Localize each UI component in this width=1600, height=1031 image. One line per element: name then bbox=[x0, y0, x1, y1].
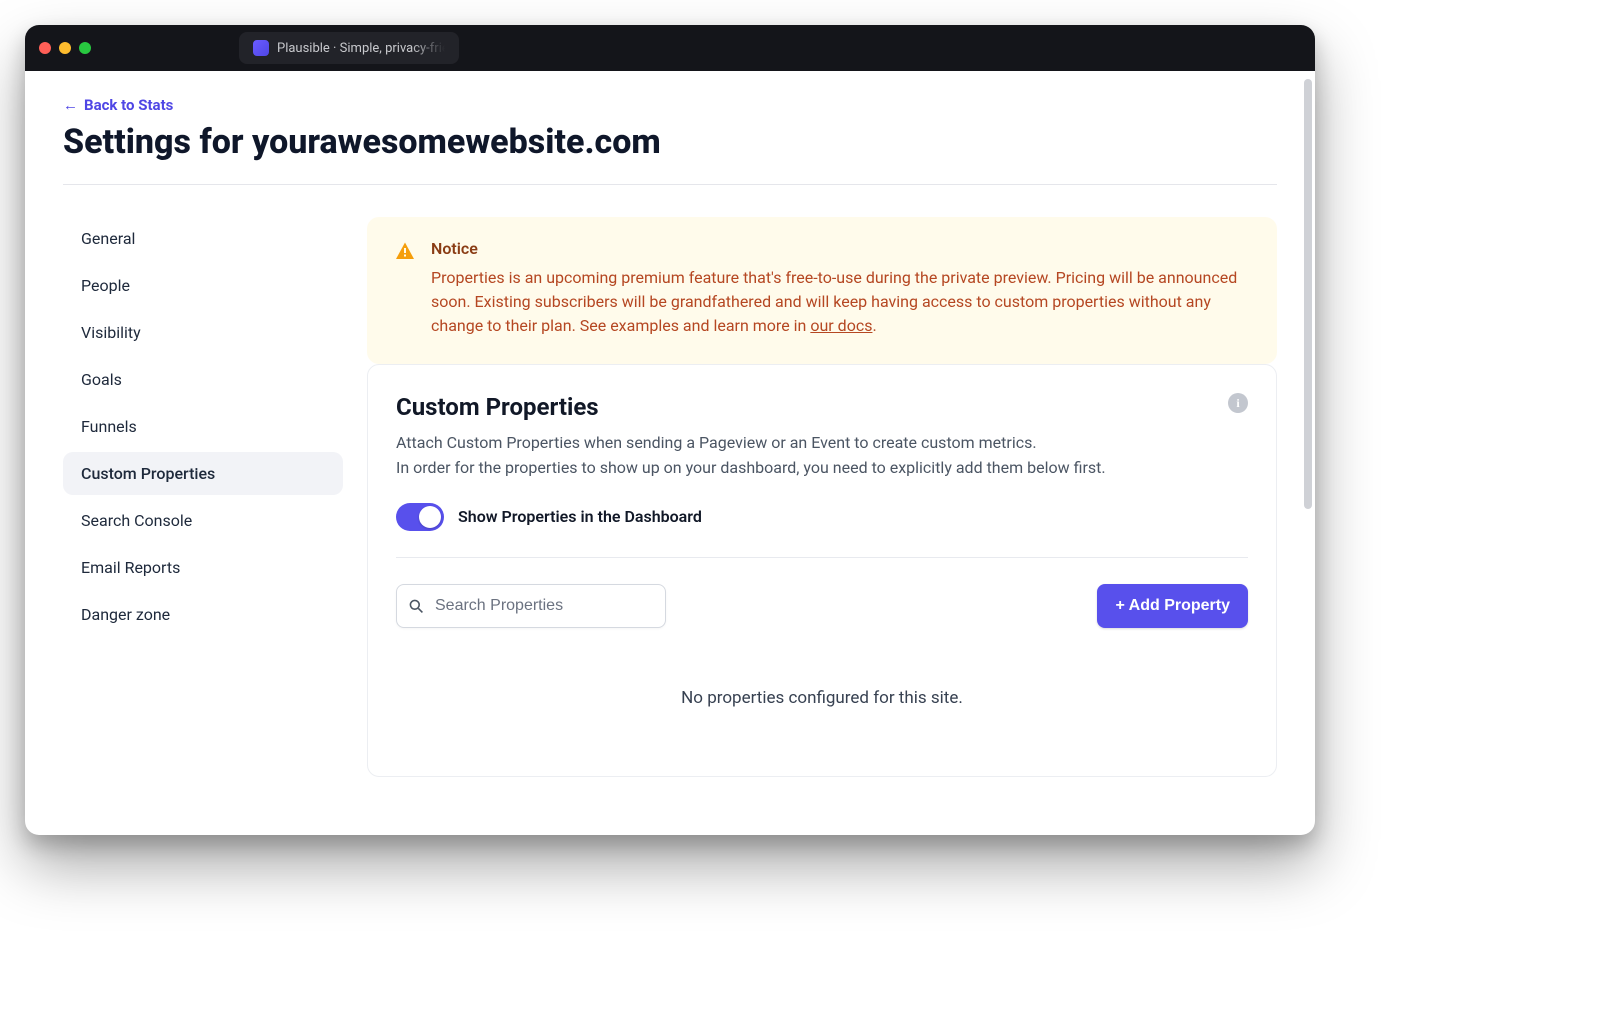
favicon-icon bbox=[253, 40, 269, 56]
page-title: Settings for yourawesomewebsite.com bbox=[63, 122, 1277, 162]
warning-icon bbox=[395, 241, 415, 261]
minimize-window-button[interactable] bbox=[59, 42, 71, 54]
settings-sidebar: General People Visibility Goals Funnels Custo… bbox=[63, 217, 343, 640]
empty-state: No properties configured for this site. bbox=[396, 628, 1248, 748]
sidebar-item-danger-zone[interactable]: Danger zone bbox=[63, 593, 343, 636]
divider bbox=[396, 557, 1248, 558]
notice-body: Properties is an upcoming premium featur… bbox=[431, 266, 1249, 338]
custom-properties-card: Custom Properties i Attach Custom Proper… bbox=[367, 364, 1277, 777]
back-link-label: Back to Stats bbox=[84, 96, 173, 114]
sidebar-item-label: General bbox=[81, 229, 135, 248]
tab-title: Plausible · Simple, privacy-frien bbox=[277, 41, 445, 56]
section-description: Attach Custom Properties when sending a … bbox=[396, 431, 1248, 481]
sidebar-item-label: Search Console bbox=[81, 511, 192, 530]
sidebar-item-custom-properties[interactable]: Custom Properties bbox=[63, 452, 343, 495]
info-icon[interactable]: i bbox=[1228, 393, 1248, 413]
sidebar-item-label: Custom Properties bbox=[81, 464, 215, 483]
close-window-button[interactable] bbox=[39, 42, 51, 54]
section-title: Custom Properties bbox=[396, 393, 599, 421]
toggle-label: Show Properties in the Dashboard bbox=[458, 507, 702, 526]
sidebar-item-label: Goals bbox=[81, 370, 122, 389]
browser-window: Plausible · Simple, privacy-frien ← Back… bbox=[25, 25, 1315, 835]
search-properties-input[interactable] bbox=[396, 584, 666, 628]
add-property-button[interactable]: + Add Property bbox=[1097, 584, 1248, 628]
sidebar-item-visibility[interactable]: Visibility bbox=[63, 311, 343, 354]
notice-title: Notice bbox=[431, 239, 1249, 258]
notice-banner: Notice Properties is an upcoming premium… bbox=[367, 217, 1277, 364]
maximize-window-button[interactable] bbox=[79, 42, 91, 54]
sidebar-item-label: Funnels bbox=[81, 417, 137, 436]
toggle-knob bbox=[419, 506, 441, 528]
browser-tab[interactable]: Plausible · Simple, privacy-frien bbox=[239, 32, 459, 64]
sidebar-item-label: Visibility bbox=[81, 323, 141, 342]
sidebar-item-people[interactable]: People bbox=[63, 264, 343, 307]
sidebar-item-label: People bbox=[81, 276, 130, 295]
divider bbox=[63, 184, 1277, 185]
sidebar-item-search-console[interactable]: Search Console bbox=[63, 499, 343, 542]
docs-link[interactable]: our docs bbox=[810, 316, 872, 335]
content-scroll[interactable]: ← Back to Stats Settings for yourawesome… bbox=[25, 71, 1315, 835]
sidebar-item-goals[interactable]: Goals bbox=[63, 358, 343, 401]
notice-content: Notice Properties is an upcoming premium… bbox=[431, 239, 1249, 338]
back-to-stats-link[interactable]: ← Back to Stats bbox=[63, 96, 173, 114]
window-controls bbox=[39, 42, 91, 54]
sidebar-item-email-reports[interactable]: Email Reports bbox=[63, 546, 343, 589]
sidebar-item-funnels[interactable]: Funnels bbox=[63, 405, 343, 448]
arrow-left-icon: ← bbox=[63, 96, 78, 114]
show-properties-toggle[interactable] bbox=[396, 503, 444, 531]
titlebar: Plausible · Simple, privacy-frien bbox=[25, 25, 1315, 71]
search-wrap bbox=[396, 584, 666, 628]
sidebar-item-label: Email Reports bbox=[81, 558, 180, 577]
search-icon bbox=[408, 598, 424, 614]
sidebar-item-label: Danger zone bbox=[81, 605, 170, 624]
sidebar-item-general[interactable]: General bbox=[63, 217, 343, 260]
scrollbar[interactable] bbox=[1304, 79, 1312, 509]
main-content: Notice Properties is an upcoming premium… bbox=[367, 217, 1277, 777]
